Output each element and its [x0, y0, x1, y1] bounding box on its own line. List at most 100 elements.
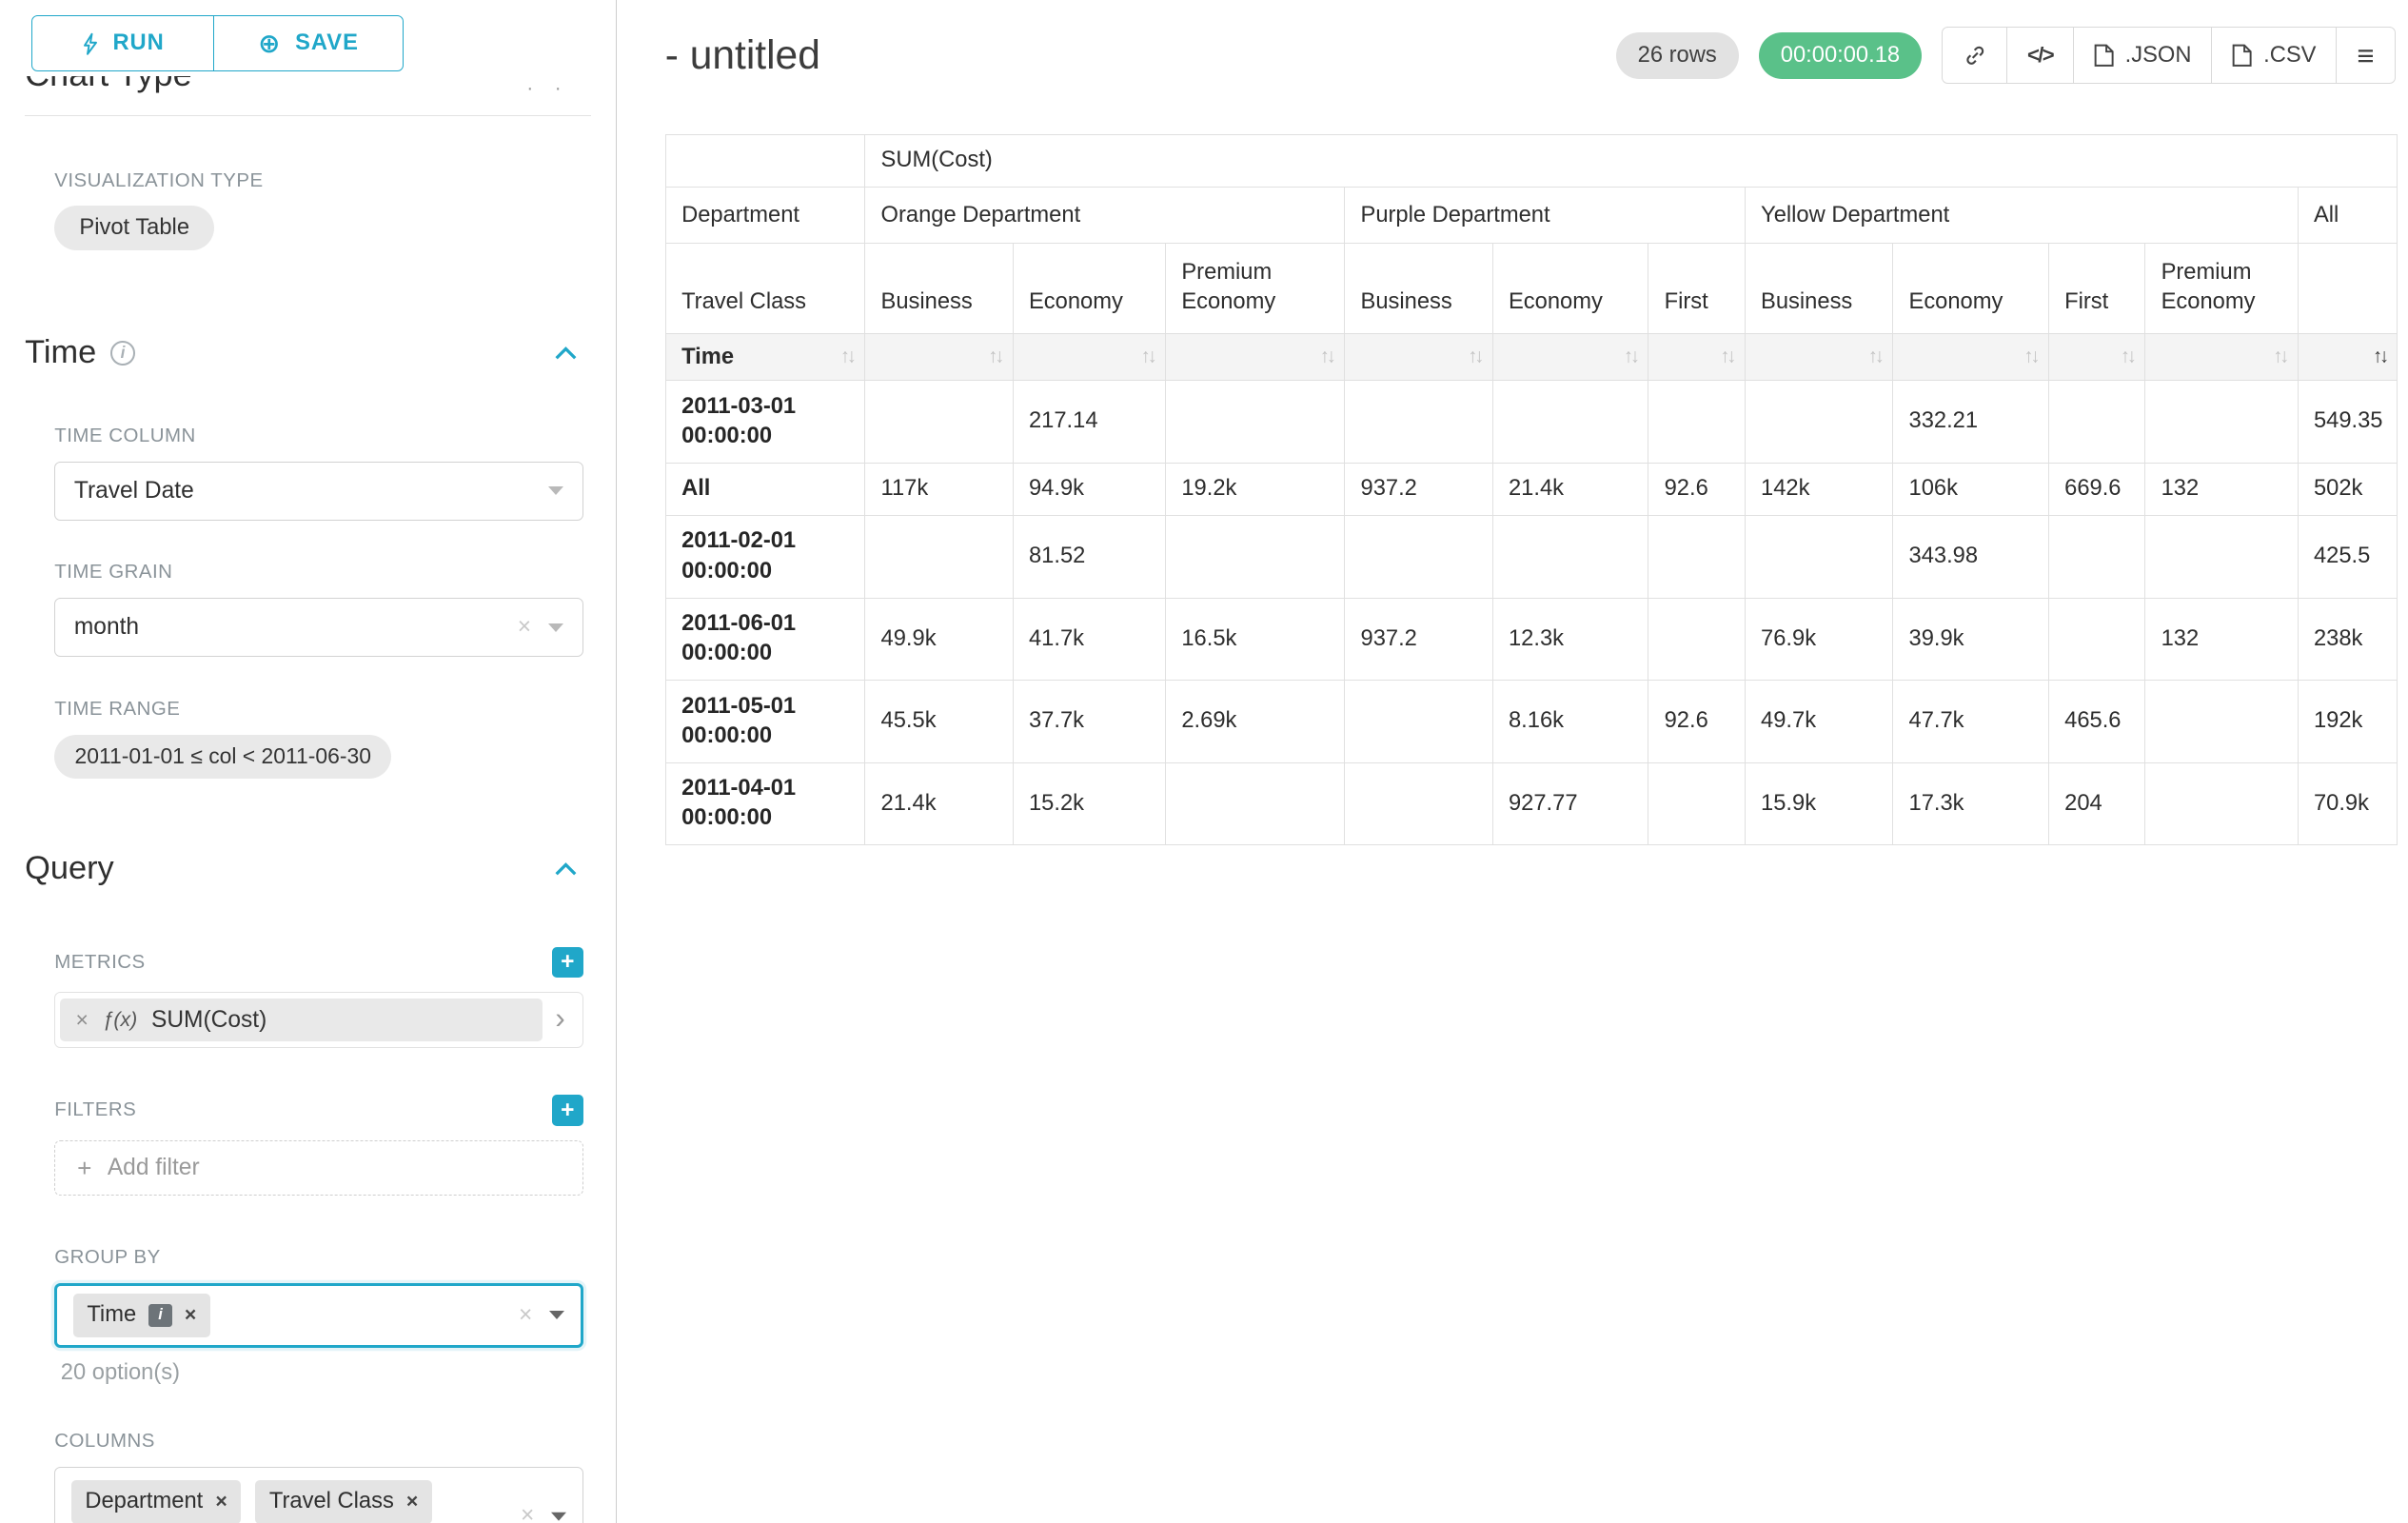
export-csv-button[interactable]: .CSV — [2211, 27, 2338, 85]
pivot-class-header: Business — [1745, 244, 1892, 334]
select-value: month — [74, 614, 518, 641]
pivot-sort-header[interactable]: ↑↓ — [1648, 334, 1745, 381]
control-panel: RUN ⊕ SAVE Chart Type VISUALIZATION TYPE… — [0, 0, 617, 1523]
sort-icon[interactable]: ↑↓ — [840, 345, 854, 370]
sort-icon[interactable]: ↑↓ — [1868, 345, 1882, 370]
pivot-cell: 16.5k — [1165, 598, 1344, 681]
pivot-sort-header[interactable]: ↑↓ — [1165, 334, 1344, 381]
page-title: - untitled — [665, 32, 820, 79]
group-by-label: GROUP BY — [54, 1246, 582, 1269]
sort-icon[interactable]: ↑↓ — [2373, 345, 2386, 370]
pivot-sort-header[interactable]: ↑↓ — [1893, 334, 2049, 381]
group-by-options-count: 20 option(s) — [61, 1360, 583, 1386]
pivot-cell — [1745, 516, 1892, 599]
run-button[interactable]: RUN — [31, 15, 215, 71]
save-button[interactable]: ⊕ SAVE — [213, 15, 404, 71]
pivot-cell — [1648, 762, 1745, 845]
caret-down-icon — [551, 1513, 566, 1521]
group-by-tag[interactable]: Time i × — [73, 1294, 210, 1337]
time-range-pill[interactable]: 2011-01-01 ≤ col < 2011-06-30 — [54, 735, 391, 780]
pivot-cell: 117k — [865, 463, 1013, 515]
visualization-type-pill[interactable]: Pivot Table — [54, 206, 214, 250]
pivot-sort-header[interactable]: ↑↓ — [2048, 334, 2144, 381]
time-grain-select[interactable]: month × — [54, 598, 582, 657]
sort-icon[interactable]: ↑↓ — [2273, 345, 2286, 370]
close-icon[interactable]: × — [406, 1492, 418, 1512]
time-column-label: TIME COLUMN — [54, 425, 582, 447]
copy-link-button[interactable] — [1942, 27, 2007, 85]
metrics-header: METRICS + — [54, 947, 582, 979]
caret-down-icon — [549, 1311, 564, 1319]
pivot-row-label: 2011-03-01 00:00:00 — [665, 381, 864, 464]
pivot-sort-header[interactable]: ↑↓ — [1745, 334, 1892, 381]
time-range-label: TIME RANGE — [54, 698, 582, 721]
close-icon[interactable]: × — [215, 1492, 227, 1512]
clear-icon[interactable]: × — [518, 616, 531, 640]
pivot-sort-header[interactable]: ↑↓ — [865, 334, 1013, 381]
sort-icon[interactable]: ↑↓ — [988, 345, 1001, 370]
pivot-class-header: Economy — [1013, 244, 1165, 334]
sort-icon[interactable]: ↑↓ — [1624, 345, 1637, 370]
add-filter-plus-button[interactable]: + — [552, 1095, 583, 1126]
metric-tag[interactable]: × ƒ(x) SUM(Cost) — [60, 999, 543, 1042]
sort-icon[interactable]: ↑↓ — [1468, 345, 1481, 370]
chevron-up-icon[interactable] — [555, 862, 577, 877]
pivot-cell — [2048, 598, 2144, 681]
pivot-cell — [2145, 516, 2298, 599]
column-tag[interactable]: Travel Class × — [255, 1480, 432, 1523]
menu-button[interactable]: ≡ — [2336, 27, 2396, 85]
chart-type-section: Chart Type — [25, 76, 591, 104]
pivot-class-header: Business — [865, 244, 1013, 334]
filters-label: FILTERS — [54, 1098, 136, 1121]
pivot-sort-header[interactable]: ↑↓ — [1013, 334, 1165, 381]
pivot-cell: 238k — [2298, 598, 2398, 681]
group-by-select[interactable]: Time i × × — [54, 1283, 582, 1349]
pivot-cell — [865, 516, 1013, 599]
pivot-time-header[interactable]: Time↑↓ — [665, 334, 864, 381]
pivot-cell: 45.5k — [865, 681, 1013, 763]
pivot-cell: 76.9k — [1745, 598, 1892, 681]
plus-circle-icon: ⊕ — [258, 30, 281, 57]
sort-icon[interactable]: ↑↓ — [2023, 345, 2037, 370]
pivot-sort-header[interactable]: ↑↓ — [1345, 334, 1492, 381]
pivot-group-header: Yellow Department — [1745, 188, 2298, 244]
query-section-header[interactable]: Query — [25, 850, 591, 887]
metric-item[interactable]: × ƒ(x) SUM(Cost) › — [54, 992, 582, 1048]
pivot-sort-row: Time↑↓↑↓↑↓↑↓↑↓↑↓↑↓↑↓↑↓↑↓↑↓↑↓ — [665, 334, 2398, 381]
sort-icon[interactable]: ↑↓ — [1320, 345, 1333, 370]
sort-icon[interactable]: ↑↓ — [1141, 345, 1155, 370]
add-filter-button[interactable]: + Add filter — [54, 1140, 582, 1197]
divider — [25, 115, 591, 116]
pivot-sort-header[interactable]: ↑↓ — [2145, 334, 2298, 381]
time-column-select[interactable]: Travel Date — [54, 462, 582, 521]
pivot-row: 2011-02-01 00:00:0081.52343.98425.5 — [665, 516, 2398, 599]
add-metric-button[interactable]: + — [552, 947, 583, 979]
clear-icon[interactable]: × — [519, 1304, 532, 1328]
view-query-button[interactable]: </> — [2006, 27, 2075, 85]
close-icon[interactable]: × — [185, 1305, 196, 1325]
chevron-up-icon[interactable] — [555, 346, 577, 361]
pivot-sort-header[interactable]: ↑↓ — [2298, 334, 2398, 381]
pivot-cell: 204 — [2048, 762, 2144, 845]
pivot-cell — [1165, 516, 1344, 599]
pivot-cell: 15.2k — [1013, 762, 1165, 845]
column-tag[interactable]: Department × — [71, 1480, 242, 1523]
pivot-row-label: 2011-06-01 00:00:00 — [665, 598, 864, 681]
pivot-cell: 39.9k — [1893, 598, 2049, 681]
chart-type-heading: Chart Type — [25, 76, 591, 94]
explore-view: RUN ⊕ SAVE Chart Type VISUALIZATION TYPE… — [0, 0, 2408, 1523]
pivot-sort-header[interactable]: ↑↓ — [1492, 334, 1648, 381]
pivot-class-header: Premium Economy — [2145, 244, 2298, 334]
export-json-button[interactable]: .JSON — [2073, 27, 2213, 85]
columns-tags: Department × Travel Class × — [71, 1480, 432, 1523]
columns-select[interactable]: Department × Travel Class × × — [54, 1467, 582, 1523]
metrics-label: METRICS — [54, 951, 145, 974]
row-count-badge: 26 rows — [1616, 32, 1739, 79]
clear-icon[interactable]: × — [521, 1505, 534, 1523]
sort-icon[interactable]: ↑↓ — [1720, 345, 1733, 370]
close-icon[interactable]: × — [76, 1009, 89, 1031]
pivot-cell: 332.21 — [1893, 381, 2049, 464]
sort-icon[interactable]: ↑↓ — [2121, 345, 2134, 370]
chevron-right-icon[interactable]: › — [543, 1003, 578, 1036]
time-section-header[interactable]: Time i — [25, 334, 591, 371]
